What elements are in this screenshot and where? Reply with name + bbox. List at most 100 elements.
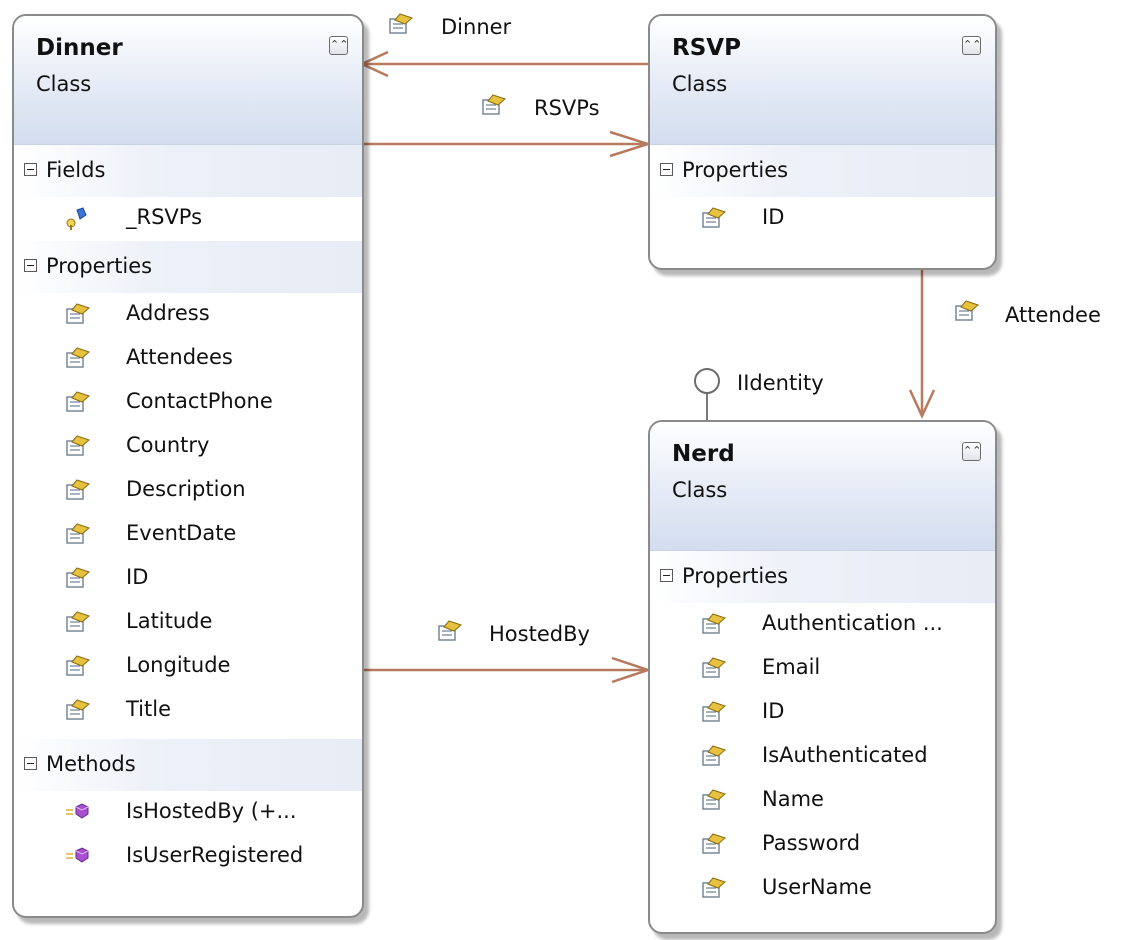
member-name: IsUserRegistered	[126, 843, 304, 867]
minus-toggle-icon[interactable]	[24, 757, 37, 770]
member-name: UserName	[762, 875, 872, 899]
member-row[interactable]: Authentication ...	[650, 603, 995, 647]
interface-lollipop-icon[interactable]	[694, 368, 720, 420]
minus-toggle-icon[interactable]	[24, 163, 37, 176]
property-icon	[480, 93, 506, 117]
member-name: Attendees	[126, 345, 233, 369]
hostedby-association-label[interactable]: HostedBy	[489, 621, 590, 647]
property-icon	[64, 654, 90, 678]
class-header[interactable]: Nerd Class ⌃⌃	[650, 422, 995, 551]
fields-section-header[interactable]: Fields	[14, 145, 362, 197]
member-row[interactable]: ID	[650, 197, 995, 241]
member-row[interactable]: ContactPhone	[14, 381, 362, 425]
class-kind: Class	[672, 478, 728, 502]
properties-section-header[interactable]: Properties	[14, 241, 362, 293]
member-row[interactable]: IsAuthenticated	[650, 735, 995, 779]
member-name: _RSVPs	[126, 205, 203, 229]
section-label: Fields	[46, 158, 106, 182]
member-row[interactable]: ID	[650, 691, 995, 735]
property-icon	[64, 390, 90, 414]
rsvp-class-box[interactable]: RSVP Class ⌃⌃ Properties ID	[648, 14, 997, 270]
collapse-chevron-icon[interactable]: ⌃⌃	[329, 36, 348, 55]
property-icon	[64, 434, 90, 458]
member-row[interactable]: IsHostedBy (+...	[14, 791, 362, 835]
member-row[interactable]: Latitude	[14, 601, 362, 645]
member-row[interactable]: Title	[14, 689, 362, 733]
property-icon	[64, 302, 90, 326]
properties-list: Authentication ... Email ID IsAuthenticated…	[650, 603, 995, 911]
class-header[interactable]: Dinner Class ⌃⌃	[14, 16, 362, 145]
member-name: Authentication ...	[762, 611, 943, 635]
iidentity-interface-label[interactable]: IIdentity	[737, 370, 824, 396]
class-header[interactable]: RSVP Class ⌃⌃	[650, 16, 995, 145]
member-name: ContactPhone	[126, 389, 273, 413]
nerd-class-box[interactable]: Nerd Class ⌃⌃ Properties Authentication …	[648, 420, 997, 934]
properties-list: Address Attendees ContactPhone Country Descr…	[14, 293, 362, 733]
member-row[interactable]: IsUserRegistered	[14, 835, 362, 879]
member-row[interactable]: Description	[14, 469, 362, 513]
member-name: Latitude	[126, 609, 213, 633]
property-icon	[700, 876, 726, 900]
methods-list: IsHostedBy (+... IsUserRegistered	[14, 791, 362, 879]
member-name: Country	[126, 433, 210, 457]
property-icon	[700, 788, 726, 812]
class-name: RSVP	[672, 35, 741, 61]
property-icon	[700, 206, 726, 230]
properties-list: ID	[650, 197, 995, 241]
dinner-association-label[interactable]: Dinner	[441, 14, 511, 40]
methods-section-header[interactable]: Methods	[14, 739, 362, 791]
section-label: Properties	[682, 564, 789, 588]
member-row[interactable]: Email	[650, 647, 995, 691]
method-icon	[64, 800, 90, 824]
method-icon	[64, 844, 90, 868]
property-icon	[64, 522, 90, 546]
collapse-chevron-icon[interactable]: ⌃⌃	[962, 442, 981, 461]
member-name: Title	[126, 697, 172, 721]
property-icon	[64, 698, 90, 722]
properties-section-header[interactable]: Properties	[650, 551, 995, 603]
section-label: Properties	[46, 254, 153, 278]
private-field-icon	[64, 206, 90, 230]
collapse-chevron-icon[interactable]: ⌃⌃	[962, 36, 981, 55]
minus-toggle-icon[interactable]	[24, 259, 37, 272]
member-name: ID	[762, 205, 785, 229]
properties-section-header[interactable]: Properties	[650, 145, 995, 197]
property-icon	[700, 744, 726, 768]
member-row[interactable]: Password	[650, 823, 995, 867]
class-name: Dinner	[36, 35, 123, 61]
attendee-association-label[interactable]: Attendee	[1005, 302, 1101, 328]
fields-list: _RSVPs	[14, 197, 362, 241]
member-row[interactable]: EventDate	[14, 513, 362, 557]
member-row[interactable]: Attendees	[14, 337, 362, 381]
rsvps-association-label[interactable]: RSVPs	[534, 95, 600, 121]
class-kind: Class	[36, 72, 92, 96]
dinner-class-box[interactable]: Dinner Class ⌃⌃ Fields _RSVPs Properties…	[12, 14, 364, 918]
member-name: IsHostedBy (+...	[126, 799, 297, 823]
section-label: Properties	[682, 158, 789, 182]
minus-toggle-icon[interactable]	[660, 569, 673, 582]
property-icon	[700, 832, 726, 856]
member-row[interactable]: _RSVPs	[14, 197, 362, 241]
member-name: ID	[126, 565, 149, 589]
section-label: Methods	[46, 752, 136, 776]
property-icon	[436, 619, 462, 643]
member-row[interactable]: Name	[650, 779, 995, 823]
property-icon	[64, 610, 90, 634]
property-icon	[387, 12, 413, 36]
class-kind: Class	[672, 72, 728, 96]
member-row[interactable]: Address	[14, 293, 362, 337]
member-name: EventDate	[126, 521, 237, 545]
minus-toggle-icon[interactable]	[660, 163, 673, 176]
member-row[interactable]: Longitude	[14, 645, 362, 689]
member-name: Password	[762, 831, 861, 855]
member-name: Description	[126, 477, 246, 501]
member-name: Longitude	[126, 653, 231, 677]
member-row[interactable]: Country	[14, 425, 362, 469]
member-name: ID	[762, 699, 785, 723]
property-icon	[64, 346, 90, 370]
property-icon	[700, 656, 726, 680]
member-row[interactable]: ID	[14, 557, 362, 601]
property-icon	[700, 700, 726, 724]
property-icon	[64, 478, 90, 502]
member-row[interactable]: UserName	[650, 867, 995, 911]
